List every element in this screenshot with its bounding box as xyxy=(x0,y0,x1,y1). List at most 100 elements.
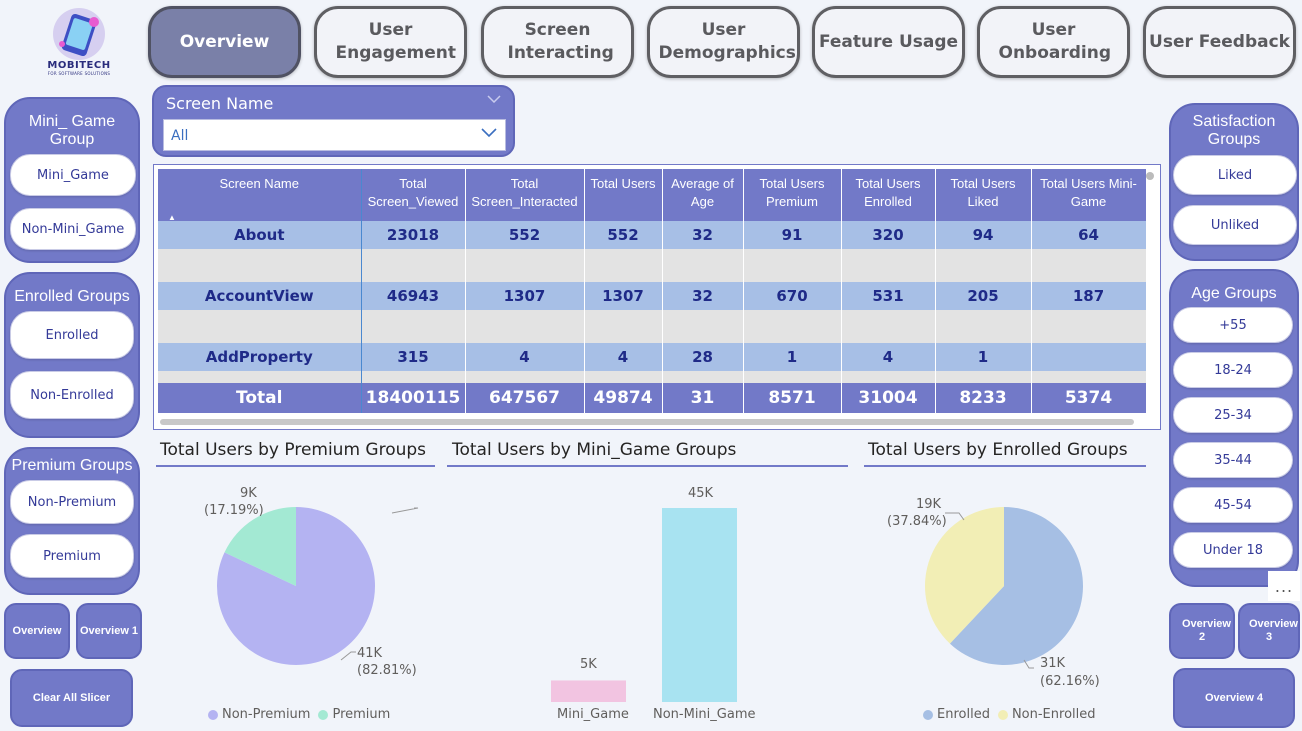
legend-label: Non-Premium xyxy=(222,707,311,722)
overview-1-button[interactable]: Overview 1 xyxy=(76,603,142,659)
leader-line xyxy=(340,651,356,661)
table-header-row: Screen Name ▲ Total Screen_Viewed Total S… xyxy=(158,169,1147,222)
brand-name: MOBITECH xyxy=(47,60,111,71)
enrolled-chart-title: Total Users by Enrolled Groups xyxy=(868,440,1128,460)
cell: 670 xyxy=(743,282,842,310)
premium-slicer: Premium Groups Non-Premium Premium xyxy=(4,447,140,595)
cell: 28 xyxy=(662,343,744,371)
cell: 552 xyxy=(584,221,663,249)
legend-swatch xyxy=(997,709,1008,720)
overview-2-button[interactable]: Overview 2 xyxy=(1169,603,1235,659)
cell: 205 xyxy=(935,282,1032,310)
cell xyxy=(1031,343,1147,371)
tab-overview[interactable]: Overview xyxy=(148,6,301,78)
option-non-enrolled[interactable]: Non-Enrolled xyxy=(10,371,134,419)
column-header[interactable]: Screen Name ▲ xyxy=(158,169,362,222)
option-enrolled[interactable]: Enrolled xyxy=(10,311,134,359)
option-age-under-18[interactable]: Under 18 xyxy=(1173,532,1293,568)
legend-label: Premium xyxy=(332,707,391,722)
enrolled-legend: Enrolled Non-Enrolled xyxy=(923,707,1096,722)
horizontal-scrollbar[interactable] xyxy=(160,419,1134,425)
total-cell: 31 xyxy=(662,383,744,413)
table-total-row: Total 18400115 647567 49874 31 8571 3100… xyxy=(158,383,1147,413)
total-cell: 18400115 xyxy=(361,383,466,413)
premium-chart-title: Total Users by Premium Groups xyxy=(160,440,427,460)
mini-game-title: Mini_ Game Group xyxy=(28,113,116,148)
chevron-down-icon[interactable] xyxy=(487,95,501,103)
overview-3-button[interactable]: Overview 3 xyxy=(1238,603,1300,659)
table-row[interactable]: AccountView 46943 1307 1307 32 670 531 2… xyxy=(158,282,1147,310)
data-label: (62.16%) xyxy=(1040,674,1100,689)
cell: 46943 xyxy=(361,282,466,310)
table-row[interactable]: About 23018 552 552 32 91 320 94 64 xyxy=(158,221,1147,249)
sort-ascending-icon[interactable]: ▲ xyxy=(168,209,176,227)
column-header[interactable]: Average of Age xyxy=(662,169,744,221)
total-cell: 8571 xyxy=(743,383,842,413)
column-header[interactable]: Total Users xyxy=(584,169,663,221)
data-label: (17.19%) xyxy=(204,503,264,518)
cell: 1 xyxy=(935,343,1032,371)
table-spacer-row xyxy=(158,249,1147,282)
table-spacer-row xyxy=(158,310,1147,343)
cell: 32 xyxy=(662,282,744,310)
minigame-chart-title: Total Users by Mini_Game Groups xyxy=(452,440,737,460)
option-age-45-54[interactable]: 45-54 xyxy=(1173,487,1293,523)
column-header[interactable]: Total Screen_Interacted xyxy=(465,169,585,221)
column-header[interactable]: Total Screen_Viewed xyxy=(361,169,466,221)
option-liked[interactable]: Liked xyxy=(1173,155,1297,195)
tab-user-feedback[interactable]: User Feedback xyxy=(1143,6,1296,78)
column-header[interactable]: Total Users Enrolled xyxy=(841,169,936,221)
option-non-mini-game[interactable]: Non-Mini_Game xyxy=(10,208,136,250)
option-age-55-plus[interactable]: +55 xyxy=(1173,307,1293,343)
cell: 4 xyxy=(465,343,585,371)
cell: 1 xyxy=(743,343,842,371)
tab-user-demographics[interactable]: User Demographics xyxy=(647,6,800,78)
tab-feature-usage[interactable]: Feature Usage xyxy=(812,6,965,78)
option-mini-game[interactable]: Mini_Game xyxy=(10,154,136,196)
overview-button[interactable]: Overview xyxy=(4,603,70,659)
cell: 91 xyxy=(743,221,842,249)
category-label: Mini_Game xyxy=(557,707,629,722)
data-label: (37.84%) xyxy=(887,514,947,529)
screen-name-dropdown[interactable]: All xyxy=(163,119,506,151)
category-label: Non-Mini_Game xyxy=(653,707,756,722)
data-label: 19K xyxy=(916,497,942,512)
header-label: Screen Name xyxy=(219,176,299,191)
tab-label: User Engagement xyxy=(335,20,457,63)
leader-line xyxy=(391,507,419,514)
cell: 32 xyxy=(662,221,744,249)
clear-all-slicer-button[interactable]: Clear All Slicer xyxy=(10,669,133,727)
cell: 4 xyxy=(841,343,936,371)
divider xyxy=(864,465,1146,467)
data-label: (82.81%) xyxy=(357,663,417,678)
premium-title: Premium Groups xyxy=(11,457,133,474)
tab-screen-interacting[interactable]: Screen Interacting xyxy=(481,6,634,78)
total-cell: 5374 xyxy=(1031,383,1147,413)
column-header[interactable]: Total Users Liked xyxy=(935,169,1032,221)
total-cell: Total xyxy=(158,383,362,413)
option-premium[interactable]: Premium xyxy=(10,534,134,578)
more-options-icon[interactable]: ... xyxy=(1268,571,1300,601)
cell: 531 xyxy=(841,282,936,310)
option-non-premium[interactable]: Non-Premium xyxy=(10,480,134,524)
overview-4-button[interactable]: Overview 4 xyxy=(1173,668,1295,728)
bar-mini_game[interactable] xyxy=(551,680,626,702)
data-label: 41K xyxy=(357,646,383,661)
option-age-35-44[interactable]: 35-44 xyxy=(1173,442,1293,478)
screen-name-slicer: Screen Name All xyxy=(152,85,515,157)
column-header[interactable]: Total Users Premium xyxy=(743,169,842,221)
table-row[interactable]: AddProperty 315 4 4 28 1 4 1 xyxy=(158,343,1147,371)
screen-name-title: Screen Name xyxy=(166,94,274,113)
option-unliked[interactable]: Unliked xyxy=(1173,205,1297,245)
column-header[interactable]: Total Users Mini-Game xyxy=(1031,169,1147,221)
option-age-18-24[interactable]: 18-24 xyxy=(1173,352,1293,388)
option-age-25-34[interactable]: 25-34 xyxy=(1173,397,1293,433)
brand-tagline: FOR SOFTWARE SOLUTIONS xyxy=(47,71,111,76)
button-label: Overview 2 xyxy=(1182,618,1231,643)
tab-user-engagement[interactable]: User Engagement xyxy=(314,6,467,78)
cell: 1307 xyxy=(584,282,663,310)
tab-user-onboarding[interactable]: User Onboarding xyxy=(977,6,1130,78)
tab-label: User Demographics xyxy=(658,20,796,63)
vertical-scrollbar[interactable] xyxy=(1146,172,1154,180)
bar-non-mini_game[interactable] xyxy=(662,508,737,702)
